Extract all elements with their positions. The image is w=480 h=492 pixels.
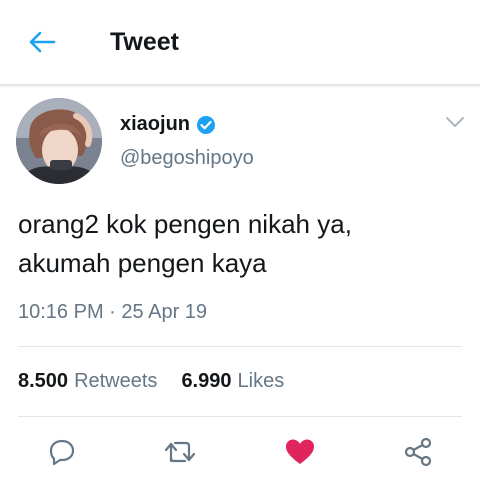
author-name[interactable]: xiaojun [120, 113, 190, 136]
divider [18, 346, 462, 347]
retweets-count: 8.500 [18, 370, 69, 392]
retweets-label: Retweets [74, 370, 158, 392]
likes-label: Likes [237, 370, 285, 392]
retweet-button[interactable] [160, 432, 200, 472]
tweet-date: 25 Apr 19 [121, 301, 208, 323]
tweet-time: 10:16 PM [18, 301, 104, 323]
heart-icon [286, 439, 314, 464]
author-handle[interactable]: @begoshipoyo [120, 147, 254, 170]
chevron-down-icon [446, 117, 464, 127]
top-bar: Tweet [0, 0, 480, 86]
avatar[interactable] [16, 98, 102, 184]
likes-stat[interactable]: 6.990 Likes [181, 370, 284, 393]
share-icon [404, 437, 432, 467]
arrow-left-icon [29, 31, 56, 53]
author-name-row[interactable]: xiaojun [120, 113, 216, 136]
reply-button[interactable] [42, 432, 82, 472]
more-options-button[interactable] [444, 114, 466, 130]
tweet-timestamp[interactable]: 10:16 PM · 25 Apr 19 [18, 301, 207, 324]
likes-count: 6.990 [181, 370, 232, 392]
tweet-text-line: orang2 kok pengen nikah ya, [18, 209, 352, 239]
action-bar [0, 432, 480, 474]
retweets-stat[interactable]: 8.500 Retweets [18, 370, 157, 393]
divider [18, 416, 462, 417]
tweet-text: orang2 kok pengen nikah ya, akumah penge… [18, 205, 458, 283]
page-title: Tweet [110, 28, 179, 56]
avatar-image [16, 98, 102, 184]
retweet-icon [164, 441, 196, 463]
tweet-text-line: akumah pengen kaya [18, 248, 267, 278]
like-button[interactable] [280, 432, 320, 472]
reply-icon [49, 439, 75, 466]
verified-badge-icon [196, 115, 216, 135]
back-button[interactable] [22, 24, 62, 60]
share-button[interactable] [398, 432, 438, 472]
meta-separator: · [109, 301, 116, 323]
engagement-stats: 8.500 Retweets 6.990 Likes [18, 370, 308, 393]
